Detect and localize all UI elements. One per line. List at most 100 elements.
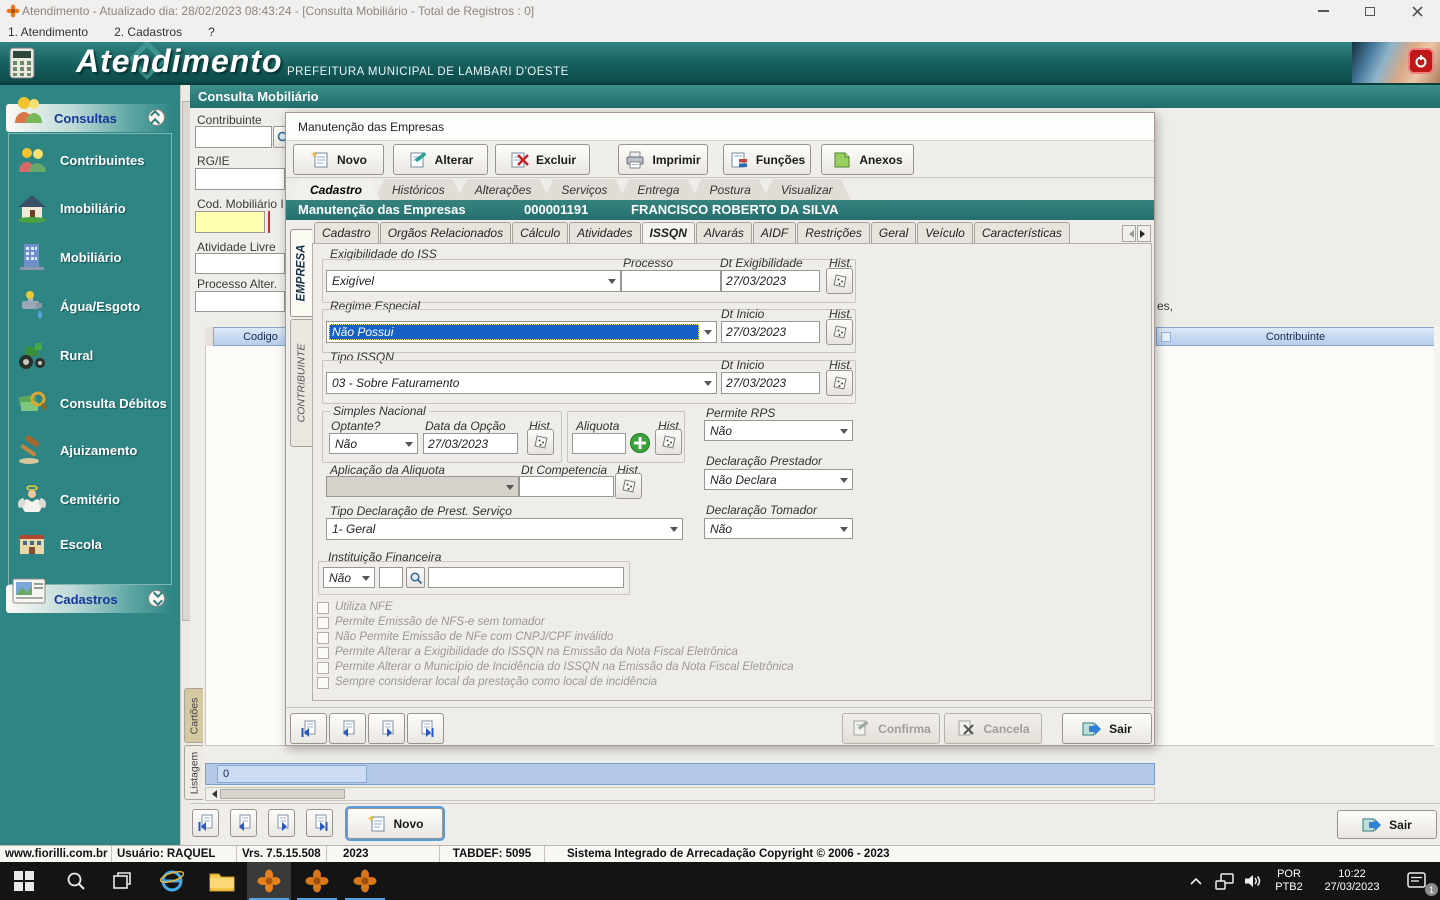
aliquota-input[interactable] <box>572 433 626 454</box>
tab-entrega[interactable]: Entrega <box>619 179 697 200</box>
tab-visualizar[interactable]: Visualizar <box>763 179 851 200</box>
sidebar-item-cemiterio[interactable]: Cemitério <box>16 475 172 523</box>
confirma-button[interactable]: Confirma <box>842 713 940 744</box>
checkbox-local-prestacao[interactable] <box>317 677 329 689</box>
tab-cadastro-inner[interactable]: Cadastro <box>314 222 379 244</box>
tab-atividades[interactable]: Atividades <box>569 222 640 244</box>
processo-alter-input[interactable] <box>195 291 285 312</box>
listing-vscrollbar[interactable] <box>1434 327 1440 747</box>
sidebar-item-ajuizamento[interactable]: Ajuizamento <box>16 426 172 474</box>
scrollbar-thumb[interactable] <box>220 789 345 799</box>
taskbar-search-button[interactable] <box>56 862 96 900</box>
dt-inicio-tipo-input[interactable]: 27/03/2023 <box>721 372 820 394</box>
close-button[interactable] <box>1402 2 1432 20</box>
tab-issqn[interactable]: ISSQN <box>642 222 695 244</box>
instituicao-search-button[interactable] <box>406 567 425 588</box>
tray-expand-button[interactable] <box>1182 862 1210 900</box>
tab-calculo[interactable]: Cálculo <box>512 222 568 244</box>
tab-restricoes[interactable]: Restrições <box>797 222 870 244</box>
exigibilidade-combo[interactable]: Exigível <box>326 270 621 292</box>
rgie-input[interactable] <box>195 168 285 190</box>
main-sair-button[interactable]: Sair <box>1337 810 1437 839</box>
tab-contribuinte[interactable]: CONTRIBUINTE <box>290 319 312 447</box>
internet-explorer-button[interactable] <box>150 862 194 900</box>
data-opcao-input[interactable]: 27/03/2023 <box>423 433 518 454</box>
alterar-button[interactable]: Alterar <box>393 144 488 175</box>
dt-exigibilidade-input[interactable]: 27/03/2023 <box>721 270 820 292</box>
record-first-button[interactable] <box>290 713 327 744</box>
hist-simples-button[interactable] <box>527 429 554 455</box>
tab-scroll-right[interactable] <box>1137 225 1151 242</box>
novo-button[interactable]: Novo <box>293 144 384 175</box>
tab-caracteristicas[interactable]: Características <box>974 222 1070 244</box>
checkbox-nfse-sem-tomador[interactable] <box>317 617 329 629</box>
sidebar-item-rural[interactable]: Rural <box>16 331 172 379</box>
dt-inicio-regime-input[interactable]: 27/03/2023 <box>721 321 820 343</box>
instituicao-codigo-input[interactable] <box>379 567 403 588</box>
cancela-button[interactable]: Cancela <box>944 713 1042 744</box>
tipo-declaracao-combo[interactable]: 1- Geral <box>326 518 683 540</box>
tipo-issqn-combo[interactable]: 03 - Sobre Faturamento <box>326 372 717 394</box>
tab-cartoes[interactable]: Cartões <box>184 688 203 743</box>
grid-column-contribuinte[interactable]: Contribuinte <box>1156 327 1435 346</box>
record-first-button[interactable] <box>192 809 219 837</box>
tab-aidf[interactable]: AIDF <box>753 222 796 244</box>
hist-aliquota-button[interactable] <box>655 429 682 455</box>
excluir-button[interactable]: Excluir <box>495 144 590 175</box>
regime-especial-combo[interactable]: Não Possui <box>326 321 717 343</box>
dialog-sair-button[interactable]: Sair <box>1062 713 1152 744</box>
declaracao-tomador-combo[interactable]: Não <box>704 518 853 539</box>
processo-input[interactable] <box>621 270 721 292</box>
power-icon[interactable] <box>1408 48 1434 74</box>
add-aliquota-button[interactable] <box>629 432 651 459</box>
tab-listagem[interactable]: Listagem <box>184 745 203 800</box>
tab-geral[interactable]: Geral <box>871 222 916 244</box>
start-button[interactable] <box>4 862 44 900</box>
tab-servicos[interactable]: Serviços <box>543 179 625 200</box>
tab-scroll-left[interactable] <box>1122 225 1136 242</box>
minimize-button[interactable] <box>1308 2 1338 20</box>
anexos-button[interactable]: Anexos <box>821 144 914 175</box>
sidebar-item-imobiliario[interactable]: Imobiliário <box>16 184 172 232</box>
hist-regime-button[interactable] <box>826 319 853 345</box>
hist-exigibilidade-button[interactable] <box>826 268 853 294</box>
network-icon[interactable] <box>1210 862 1238 900</box>
record-last-button[interactable] <box>306 809 333 837</box>
tab-cadastro[interactable]: Cadastro <box>292 179 380 200</box>
record-last-button[interactable] <box>407 713 444 744</box>
declaracao-prestador-combo[interactable]: Não Declara <box>704 469 853 490</box>
dt-competencia-input[interactable] <box>519 476 614 497</box>
hist-tipo-button[interactable] <box>826 370 853 396</box>
sidebar-item-consulta-debitos[interactable]: Consulta Débitos <box>16 379 172 427</box>
checkbox-nfe-cnpj-invalido[interactable] <box>317 632 329 644</box>
permite-rps-combo[interactable]: Não <box>704 420 853 441</box>
record-prev-button[interactable] <box>329 713 366 744</box>
checkbox-alterar-exigibilidade[interactable] <box>317 647 329 659</box>
volume-icon[interactable] <box>1238 862 1268 900</box>
optante-combo[interactable]: Não <box>329 433 418 454</box>
funcoes-button[interactable]: Funções <box>723 144 811 175</box>
app-window-3[interactable] <box>343 862 387 900</box>
tab-historicos[interactable]: Históricos <box>374 179 463 200</box>
notification-center-button[interactable]: 1 <box>1394 862 1440 900</box>
atividade-livre-input[interactable] <box>195 253 285 274</box>
sidebar-item-contribuintes[interactable]: Contribuintes <box>16 136 172 184</box>
app-window-2[interactable] <box>295 862 339 900</box>
imprimir-button[interactable]: Imprimir <box>618 144 708 175</box>
collapse-consultas-button[interactable] <box>148 109 165 126</box>
hist-competencia-button[interactable] <box>615 473 642 499</box>
menu-atendimento[interactable]: 1. Atendimento <box>8 25 88 39</box>
menu-help[interactable]: ? <box>208 25 215 39</box>
clock[interactable]: 10:2227/03/2023 <box>1310 862 1394 900</box>
instituicao-combo[interactable]: Não <box>323 567 375 588</box>
expand-cadastros-button[interactable] <box>148 590 165 607</box>
tab-alvaras[interactable]: Alvarás <box>696 222 752 244</box>
sidebar-item-mobiliario[interactable]: Mobiliário <box>16 233 172 281</box>
tab-alteracoes[interactable]: Alterações <box>457 179 550 200</box>
scroll-left-arrow[interactable] <box>206 788 219 800</box>
maximize-button[interactable] <box>1355 2 1385 20</box>
language-indicator[interactable]: PORPTB2 <box>1268 862 1310 900</box>
sidebar-item-escola[interactable]: Escola <box>16 520 172 568</box>
checkbox-utiliza-nfe[interactable] <box>317 602 329 614</box>
record-next-button[interactable] <box>368 713 405 744</box>
